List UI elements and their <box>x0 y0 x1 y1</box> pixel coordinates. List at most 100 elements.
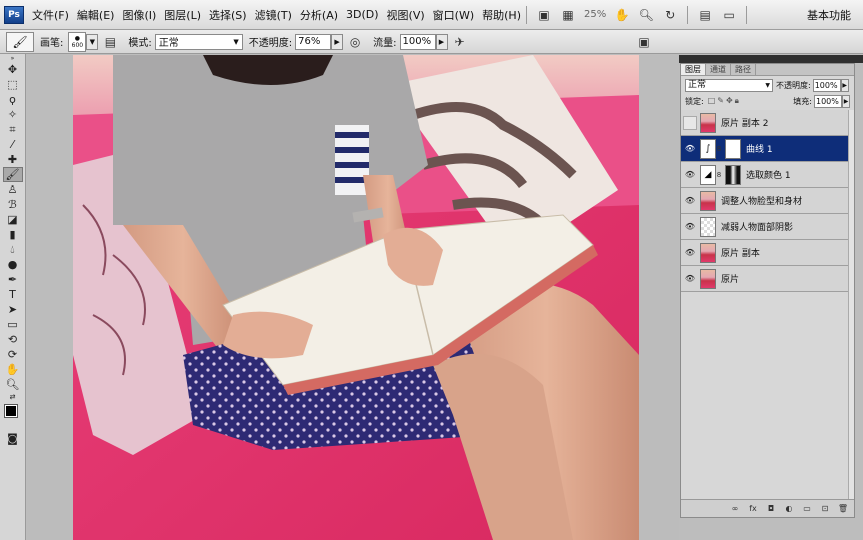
gradient-tool-icon[interactable]: ▮ <box>3 227 23 242</box>
blur-tool-icon[interactable]: 💧︎ <box>3 242 23 257</box>
canvas-area[interactable] <box>27 55 679 540</box>
screen-mode-icon[interactable]: ▭ <box>720 7 738 23</box>
panel-dock-header[interactable] <box>679 55 863 63</box>
view-extras-icon[interactable]: ▦ <box>559 7 577 23</box>
layer-name: 原片 <box>721 275 740 285</box>
move-tool-icon[interactable]: ✥ <box>3 62 23 77</box>
color-swatches[interactable] <box>3 403 23 427</box>
arrange-documents-icon[interactable]: ▤ <box>696 7 714 23</box>
layer-name: 选取颜色 1 <box>746 171 791 181</box>
adjustment-layer-icon[interactable]: ◐ <box>782 503 796 515</box>
3d-rotate-tool-icon[interactable]: ⟲ <box>3 332 23 347</box>
layer-row[interactable]: 👁︎ 减弱人物面部阴影 <box>681 214 854 240</box>
eye-icon[interactable]: 👁︎ <box>683 220 697 234</box>
lasso-tool-icon[interactable]: ϙ <box>3 92 23 107</box>
layer-row[interactable]: 👁︎ 原片 副本 <box>681 240 854 266</box>
lock-icons[interactable]: □✎✥🔒︎ <box>708 96 741 106</box>
tab-channels[interactable]: 通道 <box>706 64 731 75</box>
flow-input[interactable]: 100% <box>399 33 436 50</box>
layer-name: 原片 副本 2 <box>721 119 769 129</box>
type-tool-icon[interactable]: T <box>3 287 23 302</box>
flow-slider-arrow[interactable]: ▶ <box>435 33 448 50</box>
foreground-color[interactable] <box>3 404 18 418</box>
layer-row[interactable]: 👁︎ ∫ 8 曲线 1 <box>681 136 854 162</box>
eye-icon[interactable]: 👁︎ <box>683 194 697 208</box>
menu-select[interactable]: 选择(S) <box>209 7 247 23</box>
menu-edit[interactable]: 編輯(E) <box>77 7 115 23</box>
path-selection-tool-icon[interactable]: ➤ <box>3 302 23 317</box>
layer-row[interactable]: 👁︎ 调整人物脸型和身材 <box>681 188 854 214</box>
new-layer-icon[interactable]: ⊡ <box>818 503 832 515</box>
clone-stamp-tool-icon[interactable]: ♙ <box>3 182 23 197</box>
menu-layer[interactable]: 图层(L) <box>164 7 201 23</box>
workspace-switcher[interactable]: 基本功能 <box>807 7 851 23</box>
document-photo[interactable] <box>73 55 639 540</box>
zoom-tool-icon[interactable]: 🔍︎ <box>3 377 23 392</box>
dodge-tool-icon[interactable]: ● <box>3 257 23 272</box>
opacity-input[interactable]: 76% <box>295 33 332 50</box>
link-layers-icon[interactable]: ∞ <box>728 503 742 515</box>
tool-preset-picker[interactable]: 🖌︎ <box>6 31 34 52</box>
eye-icon[interactable]: 👁︎ <box>683 272 697 286</box>
eyedropper-tool-icon[interactable]: ⁄ <box>3 137 23 152</box>
toolbox-collapse-icon[interactable]: » <box>3 54 23 62</box>
eye-icon[interactable]: 👁︎ <box>683 142 697 156</box>
layer-row[interactable]: 原片 副本 2 <box>681 110 854 136</box>
menu-analysis[interactable]: 分析(A) <box>300 7 338 23</box>
menu-3d[interactable]: 3D(D) <box>346 8 379 21</box>
tab-layers[interactable]: 图层 <box>681 64 706 75</box>
marquee-tool-icon[interactable]: ⬚ <box>3 77 23 92</box>
pressure-opacity-icon[interactable]: ◎ <box>346 34 364 50</box>
magic-wand-tool-icon[interactable]: ✧ <box>3 107 23 122</box>
rotate-view-icon[interactable]: ↻ <box>661 7 679 23</box>
blend-mode-select[interactable]: 正常 ▼ <box>685 78 773 92</box>
menu-filter[interactable]: 滤镜(T) <box>255 7 292 23</box>
delete-layer-icon[interactable]: 🗑︎ <box>836 503 850 515</box>
pen-tool-icon[interactable]: ✒ <box>3 272 23 287</box>
healing-brush-tool-icon[interactable]: ✚ <box>3 152 23 167</box>
brush-tool-icon[interactable]: 🖌︎ <box>2 167 23 182</box>
3d-orbit-tool-icon[interactable]: ⟳ <box>3 347 23 362</box>
menu-window[interactable]: 窗口(W) <box>433 7 474 23</box>
menu-help[interactable]: 帮助(H) <box>482 7 521 23</box>
layer-row[interactable]: 👁︎ 原片 <box>681 266 854 292</box>
crop-tool-icon[interactable]: ⌗ <box>3 122 23 137</box>
brush-size: 600 <box>71 41 84 49</box>
visibility-toggle[interactable] <box>683 115 697 130</box>
eye-icon[interactable]: 👁︎ <box>683 246 697 260</box>
airbrush-icon[interactable]: ✈ <box>451 34 469 50</box>
brush-picker[interactable]: ● 600 <box>68 31 87 52</box>
layer-opacity-arrow[interactable]: ▶ <box>840 78 849 92</box>
layers-scrollbar[interactable] <box>848 110 854 500</box>
shape-tool-icon[interactable]: ▭ <box>3 317 23 332</box>
new-group-icon[interactable]: ▭ <box>800 503 814 515</box>
fill-arrow[interactable]: ▶ <box>842 94 850 108</box>
layer-style-icon[interactable]: fx <box>746 503 760 515</box>
layer-opacity-input[interactable]: 100% <box>812 78 841 92</box>
quick-mask-icon[interactable]: ◙ <box>3 431 23 446</box>
mode-select[interactable]: 正常 ▼ <box>154 33 243 50</box>
opacity-slider-arrow[interactable]: ▶ <box>331 33 344 50</box>
eye-icon[interactable]: 👁︎ <box>683 168 697 182</box>
hand-icon[interactable]: ✋ <box>613 7 631 23</box>
zoom-icon[interactable]: 🔍︎ <box>637 7 655 23</box>
bridge-icon[interactable]: ▣ <box>535 7 553 23</box>
layer-mask-thumbnail[interactable] <box>725 138 741 159</box>
tab-paths[interactable]: 路径 <box>731 64 756 75</box>
eraser-tool-icon[interactable]: ◪ <box>3 212 23 227</box>
swap-colors-icon[interactable]: ⇄ <box>3 392 23 401</box>
zoom-level[interactable]: 25% <box>584 9 606 20</box>
layer-row[interactable]: 👁︎ ◢ 8 选取颜色 1 <box>681 162 854 188</box>
add-mask-icon[interactable]: ◘ <box>764 503 778 515</box>
layer-mask-thumbnail[interactable] <box>725 164 741 185</box>
panel-toggle-icon[interactable]: ▣ <box>635 34 653 50</box>
hand-tool-icon[interactable]: ✋ <box>3 362 23 377</box>
menu-file[interactable]: 文件(F) <box>32 7 69 23</box>
layer-thumbnail <box>700 242 716 263</box>
menu-image[interactable]: 图像(I) <box>122 7 156 23</box>
brush-dropdown-arrow[interactable]: ▼ <box>86 33 99 50</box>
menu-view[interactable]: 视图(V) <box>387 7 425 23</box>
brush-panel-icon[interactable]: ▤ <box>101 34 119 50</box>
fill-input[interactable]: 100% <box>814 94 842 108</box>
history-brush-tool-icon[interactable]: ℬ <box>3 197 23 212</box>
